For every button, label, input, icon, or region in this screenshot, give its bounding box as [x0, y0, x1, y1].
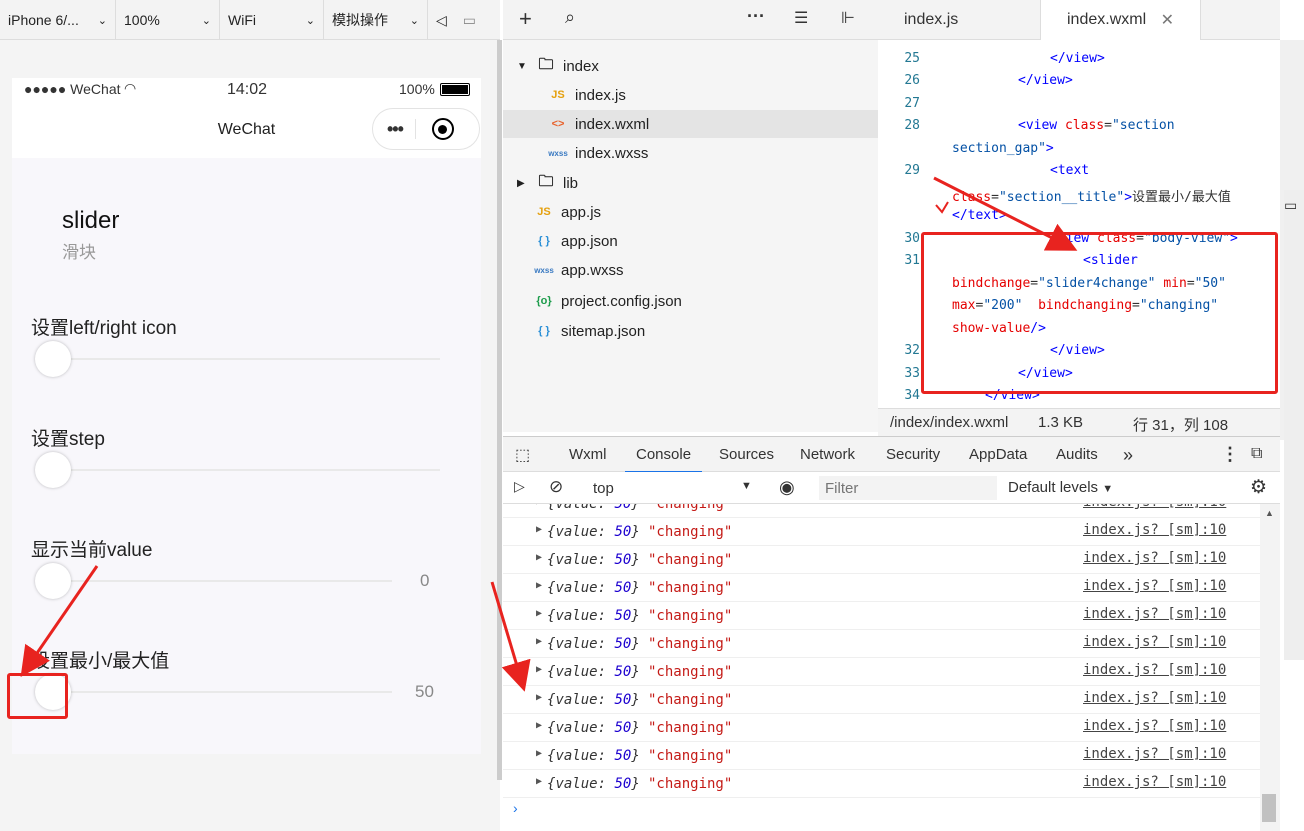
arrow-to-code [933, 176, 1078, 251]
check-mark [935, 201, 949, 214]
arrow-to-slider [20, 565, 99, 677]
annotation-arrows [20, 176, 1078, 692]
arrow-to-console [490, 581, 531, 692]
